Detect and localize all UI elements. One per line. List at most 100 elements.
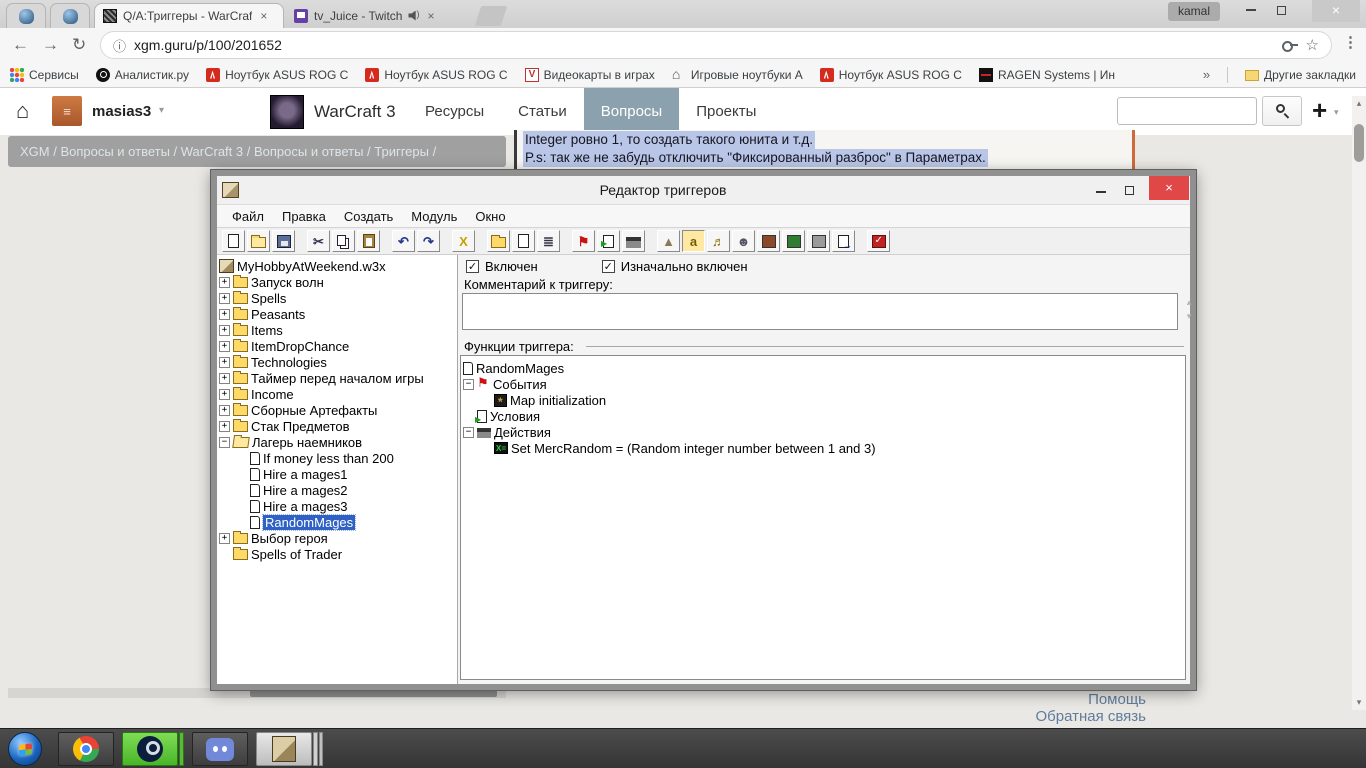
toolbar-button[interactable] <box>512 230 535 252</box>
tree-expander[interactable]: + <box>219 276 230 288</box>
tree-row[interactable]: + Income <box>219 386 455 402</box>
site-home-icon[interactable]: ⌂ <box>16 98 29 124</box>
toolbar-button[interactable]: ♬ <box>707 230 730 252</box>
toolbar-button[interactable] <box>357 230 380 252</box>
editor-menu-item[interactable]: Создать <box>335 209 402 224</box>
page-info-icon[interactable]: ⓘ <box>113 36 126 55</box>
tree-item-label[interactable]: Hire a mages1 <box>263 467 348 482</box>
tree-row[interactable]: RandomMages <box>236 513 455 531</box>
tree-expander[interactable] <box>236 517 247 528</box>
reload-button[interactable]: ↻ <box>72 35 86 55</box>
chrome-menu-icon[interactable]: ⋮ <box>1343 33 1358 51</box>
new-tab-button[interactable] <box>474 6 508 26</box>
function-label[interactable]: RandomMages <box>476 361 564 376</box>
window-maximize-button[interactable] <box>1266 0 1296 22</box>
tree-row[interactable]: + Таймер перед началом игры <box>219 370 455 386</box>
tree-item-label[interactable]: Hire a mages2 <box>263 483 348 498</box>
function-expander[interactable] <box>480 443 491 454</box>
tab-close-icon[interactable]: × <box>425 9 436 23</box>
site-nav-item[interactable]: Статьи <box>501 88 584 135</box>
toolbar-button[interactable] <box>222 230 245 252</box>
tree-expander[interactable] <box>236 501 247 512</box>
site-brand[interactable]: WarCraft 3 <box>314 102 396 122</box>
toolbar-button[interactable]: ☻ <box>732 230 755 252</box>
pinned-tab-xgm-1[interactable] <box>6 3 46 28</box>
taskbar-steam-stacked-window[interactable] <box>179 732 184 766</box>
toolbar-button[interactable] <box>807 230 830 252</box>
tree-item-label[interactable]: Spells <box>251 291 286 306</box>
tree-row[interactable]: If money less than 200 <box>236 450 455 466</box>
tree-row[interactable]: + Spells <box>219 290 455 306</box>
comment-scroll-arrows[interactable]: ▴ ▾ <box>1182 295 1196 323</box>
function-row[interactable]: Set MercRandom = (Random integer number … <box>480 440 1183 456</box>
tree-expander[interactable]: + <box>219 532 230 544</box>
function-label[interactable]: События <box>493 377 547 392</box>
scrollbar-thumb[interactable] <box>1354 124 1364 162</box>
bookmark-item[interactable]: Игровые ноутбуки А <box>672 66 803 82</box>
tree-item-label[interactable]: Hire a mages3 <box>263 499 348 514</box>
bookmark-item[interactable]: Сервисы <box>10 67 79 82</box>
function-expander[interactable]: − <box>463 378 474 390</box>
tree-item-label[interactable]: Items <box>251 323 283 338</box>
add-caret-icon[interactable]: ▾ <box>1334 107 1339 118</box>
tree-item-label[interactable]: MyHobbyAtWeekend.w3x <box>237 259 386 274</box>
tree-item-label[interactable]: ItemDropChance <box>251 339 349 354</box>
function-label[interactable]: Условия <box>490 409 540 424</box>
bookmark-item[interactable]: Ноутбук ASUS ROG C <box>819 67 962 82</box>
tree-item-label[interactable]: Запуск волн <box>251 275 324 290</box>
start-button[interactable] <box>8 732 42 766</box>
tree-expander[interactable]: + <box>219 372 230 384</box>
profile-badge[interactable]: kamal <box>1167 2 1220 21</box>
toolbar-button[interactable] <box>622 230 645 252</box>
function-expander[interactable]: − <box>463 426 474 438</box>
taskbar-worldeditor-stacked-window[interactable] <box>319 732 323 766</box>
browser-tab[interactable]: tv_Juice - Twitch × <box>286 3 476 28</box>
site-nav-item[interactable]: Вопросы <box>583 88 680 135</box>
password-key-icon[interactable] <box>1281 40 1298 52</box>
tree-row[interactable]: + ItemDropChance <box>219 338 455 354</box>
tree-item-label[interactable]: Technologies <box>251 355 327 370</box>
tree-item-label[interactable]: Таймер перед началом игры <box>251 371 424 386</box>
enabled-checkbox[interactable]: ✓ <box>466 260 479 273</box>
tree-item-label[interactable]: Сборные Артефакты <box>251 403 377 418</box>
other-bookmarks-button[interactable]: Другие закладки <box>1245 68 1356 82</box>
username[interactable]: masias3 <box>92 103 151 120</box>
tree-expander[interactable]: + <box>219 292 230 304</box>
tree-row[interactable]: + Technologies <box>219 354 455 370</box>
bookmark-star-icon[interactable]: ☆ <box>1306 36 1319 54</box>
function-label[interactable]: Set MercRandom = (Random integer number … <box>511 441 876 456</box>
site-nav-item[interactable]: Ресурсы <box>408 88 501 135</box>
bookmarks-overflow-icon[interactable]: » <box>1203 67 1210 82</box>
tree-row[interactable]: − Лагерь наемников <box>219 434 455 450</box>
toolbar-button[interactable] <box>832 230 855 252</box>
function-expander[interactable] <box>463 411 474 422</box>
browser-tab[interactable]: Q/A:Триггеры - WarCraf × <box>94 3 284 28</box>
bookmark-item[interactable]: Видеокарты в играх <box>524 67 655 82</box>
omnibox[interactable]: ⓘ xgm.guru/p/100/201652 ☆ <box>100 31 1332 59</box>
function-expander[interactable] <box>480 395 491 406</box>
tree-row[interactable]: + Peasants <box>219 306 455 322</box>
tree-item-label[interactable]: Лагерь наемников <box>252 435 362 450</box>
comment-textarea[interactable] <box>462 293 1178 330</box>
toolbar-button[interactable] <box>487 230 510 252</box>
back-button[interactable]: ← <box>12 35 29 55</box>
search-input[interactable] <box>1117 97 1257 125</box>
editor-menu-item[interactable]: Окно <box>466 209 514 224</box>
toolbar-button[interactable] <box>757 230 780 252</box>
breadcrumb[interactable]: XGM / Вопросы и ответы / WarCraft 3 / Во… <box>8 136 506 167</box>
tree-expander[interactable] <box>219 549 230 560</box>
toolbar-button[interactable]: ✂ <box>307 230 330 252</box>
function-row[interactable]: − Действия <box>463 424 1183 440</box>
tree-item-label[interactable]: Стак Предметов <box>251 419 350 434</box>
tree-expander[interactable]: + <box>219 404 230 416</box>
tree-expander[interactable] <box>236 485 247 496</box>
function-row[interactable]: − События <box>463 375 1183 392</box>
tree-row[interactable]: + Выбор героя <box>219 530 455 546</box>
tree-row[interactable]: MyHobbyAtWeekend.w3x <box>219 258 455 274</box>
toolbar-button[interactable]: ↶ <box>392 230 415 252</box>
user-caret-icon[interactable]: ▾ <box>159 105 164 116</box>
tree-expander[interactable]: + <box>219 340 230 352</box>
tree-item-label[interactable]: Peasants <box>251 307 305 322</box>
scroll-down-icon[interactable]: ▾ <box>1182 309 1196 323</box>
tree-row[interactable]: Hire a mages2 <box>236 482 455 498</box>
